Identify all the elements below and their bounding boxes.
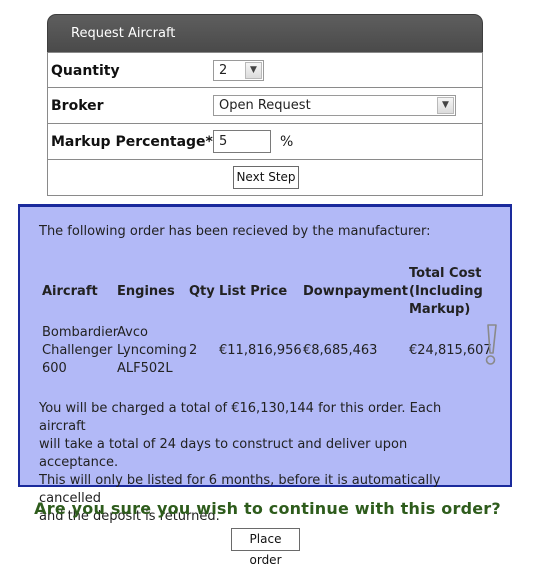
- header-list-price: List Price: [219, 284, 288, 299]
- cell-list-price: €11,816,956: [219, 343, 302, 358]
- next-step-button[interactable]: Next Step: [233, 166, 299, 189]
- request-aircraft-panel: Request Aircraft Quantity 2 ▼ Broker Ope…: [47, 14, 483, 196]
- order-summary: The following order has been recieved by…: [18, 204, 512, 524]
- header-total-cost: Total Cost: [409, 266, 482, 281]
- broker-select[interactable]: Open Request ▼: [213, 95, 456, 116]
- place-order-button[interactable]: Place order: [231, 528, 300, 567]
- chevron-down-icon[interactable]: ▼: [437, 97, 454, 114]
- quantity-row: Quantity 2 ▼: [47, 52, 483, 88]
- cell-engines-line3: ALF502L: [117, 361, 173, 376]
- exclamation-icon: [485, 324, 497, 365]
- broker-value: Open Request: [219, 98, 311, 113]
- cell-aircraft-line2: Challenger: [42, 343, 113, 358]
- footer-line-1: You will be charged a total of €16,130,1…: [39, 401, 442, 434]
- broker-row: Broker Open Request ▼: [47, 88, 483, 124]
- markup-label: Markup Percentage*: [51, 134, 213, 150]
- confirm-question: Are you sure you wish to continue with t…: [34, 499, 501, 518]
- panel-title: Request Aircraft: [47, 14, 483, 52]
- cell-engines-line1: Avco: [117, 325, 148, 340]
- quantity-value: 2: [219, 63, 228, 78]
- cell-engines-line2: Lyncoming: [117, 343, 187, 358]
- quantity-label: Quantity: [51, 63, 120, 79]
- header-total-cost-including: (Including: [409, 284, 483, 299]
- header-downpayment: Downpayment: [303, 284, 408, 299]
- header-aircraft: Aircraft: [42, 284, 98, 299]
- cell-downpayment: €8,685,463: [303, 343, 378, 358]
- header-total-cost-markup: Markup): [409, 302, 471, 317]
- order-intro-text: The following order has been recieved by…: [39, 224, 431, 239]
- percent-unit: %: [280, 134, 294, 150]
- chevron-down-icon[interactable]: ▼: [245, 62, 262, 79]
- header-qty: Qty: [189, 284, 215, 299]
- footer-line-2: will take a total of 24 days to construc…: [39, 437, 408, 470]
- quantity-select[interactable]: 2 ▼: [213, 60, 264, 81]
- cell-total-cost: €24,815,607: [409, 343, 492, 358]
- cell-aircraft-line3: 600: [42, 361, 67, 376]
- header-engines: Engines: [117, 284, 175, 299]
- cell-aircraft-line1: Bombardier: [42, 325, 119, 340]
- markup-percentage-input[interactable]: 5: [213, 130, 271, 153]
- next-step-row: Next Step: [47, 160, 483, 196]
- cell-qty: 2: [189, 343, 198, 358]
- broker-label: Broker: [51, 98, 104, 114]
- markup-row: Markup Percentage* 5 %: [47, 124, 483, 160]
